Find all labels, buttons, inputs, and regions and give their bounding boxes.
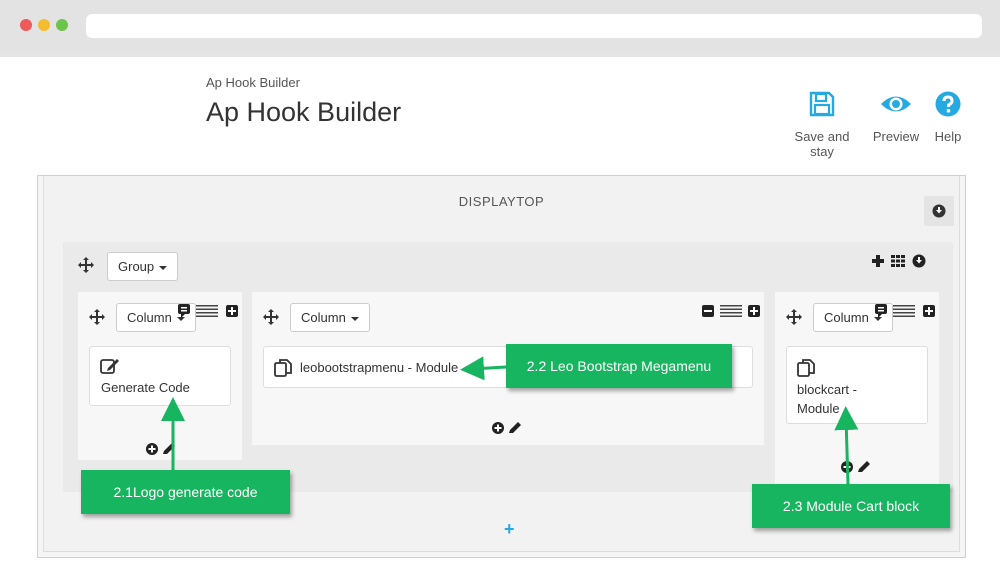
pencil-icon[interactable] <box>163 443 175 454</box>
module-generate-code[interactable]: Generate Code <box>89 346 231 406</box>
move-icon[interactable] <box>263 309 279 325</box>
column-dropdown[interactable]: Column <box>290 303 370 332</box>
preview-label: Preview <box>872 129 920 144</box>
move-icon[interactable] <box>786 309 802 325</box>
hook-collapse-button[interactable] <box>924 196 954 226</box>
add-circle-icon[interactable] <box>841 461 853 473</box>
module-label: blockcart - Module <box>797 382 857 416</box>
help-label: Help <box>934 129 962 144</box>
caret-down-icon <box>159 265 168 270</box>
breadcrumb[interactable]: Ap Hook Builder <box>206 75 300 90</box>
module-label: Generate Code <box>101 380 190 395</box>
group-tools <box>871 254 941 275</box>
column-tools <box>875 304 935 318</box>
column-dropdown-label: Column <box>301 310 346 325</box>
address-bar[interactable] <box>86 14 982 38</box>
column-1: Column Generate Code <box>78 292 242 460</box>
move-icon[interactable] <box>78 257 94 273</box>
move-icon[interactable] <box>89 309 105 325</box>
module-label: leobootstrapmenu - Module <box>300 360 459 375</box>
list-icon[interactable] <box>893 305 915 317</box>
plus-square-icon[interactable] <box>748 305 760 317</box>
group-dropdown[interactable]: Group <box>107 252 179 281</box>
hook-title: DISPLAYTOP <box>458 194 545 209</box>
minimize-window-dot[interactable] <box>38 19 50 31</box>
help-icon <box>932 91 964 119</box>
minus-square-icon[interactable] <box>702 305 714 317</box>
list-icon[interactable] <box>196 305 218 317</box>
pencil-icon[interactable] <box>509 422 521 433</box>
module-blockcart[interactable]: blockcart - Module <box>786 346 928 424</box>
comment-icon[interactable] <box>178 304 190 318</box>
column-dropdown-label: Column <box>127 310 172 325</box>
callout-leo-bootstrap-megamenu: 2.2 Leo Bootstrap Megamenu <box>506 344 732 388</box>
callout-logo-generate-code: 2.1Logo generate code <box>81 470 290 514</box>
eye-icon <box>872 91 920 119</box>
column-footer-tools <box>841 461 870 473</box>
copy-icon <box>274 359 292 377</box>
browser-chrome <box>0 0 1000 52</box>
code-edit-icon <box>100 359 119 374</box>
comment-icon[interactable] <box>875 304 887 318</box>
maximize-window-dot[interactable] <box>56 19 68 31</box>
group-dropdown-label: Group <box>118 259 155 274</box>
add-group-button[interactable]: + <box>504 519 515 540</box>
preview-button[interactable]: Preview <box>872 91 920 144</box>
add-circle-icon[interactable] <box>146 443 158 455</box>
caret-down-icon <box>350 316 359 321</box>
column-dropdown-label: Column <box>824 310 869 325</box>
add-circle-icon[interactable] <box>492 422 504 434</box>
save-and-stay-button[interactable]: Save and stay <box>783 91 861 159</box>
column-tools <box>702 305 760 317</box>
pencil-icon[interactable] <box>858 461 870 472</box>
plus-square-icon[interactable] <box>226 305 238 317</box>
close-window-dot[interactable] <box>20 19 32 31</box>
list-icon[interactable] <box>720 305 742 317</box>
grid-icon[interactable] <box>891 255 905 267</box>
page-title: Ap Hook Builder <box>206 97 402 127</box>
column-3: Column blockcart - Module <box>775 292 939 492</box>
copy-icon <box>797 359 815 377</box>
column-tools <box>178 304 238 318</box>
save-and-stay-label: Save and stay <box>794 129 850 159</box>
page-header: Ap Hook Builder Ap Hook Builder Save and… <box>0 57 1000 159</box>
column-footer-tools <box>492 422 521 434</box>
save-icon <box>783 91 861 119</box>
help-button[interactable]: Help <box>932 91 964 144</box>
callout-module-cart-block: 2.3 Module Cart block <box>752 484 950 528</box>
column-footer-tools <box>146 443 175 455</box>
circle-down-icon[interactable] <box>912 254 926 268</box>
add-icon[interactable] <box>872 255 884 267</box>
plus-square-icon[interactable] <box>923 305 935 317</box>
circle-down-icon <box>932 204 946 218</box>
